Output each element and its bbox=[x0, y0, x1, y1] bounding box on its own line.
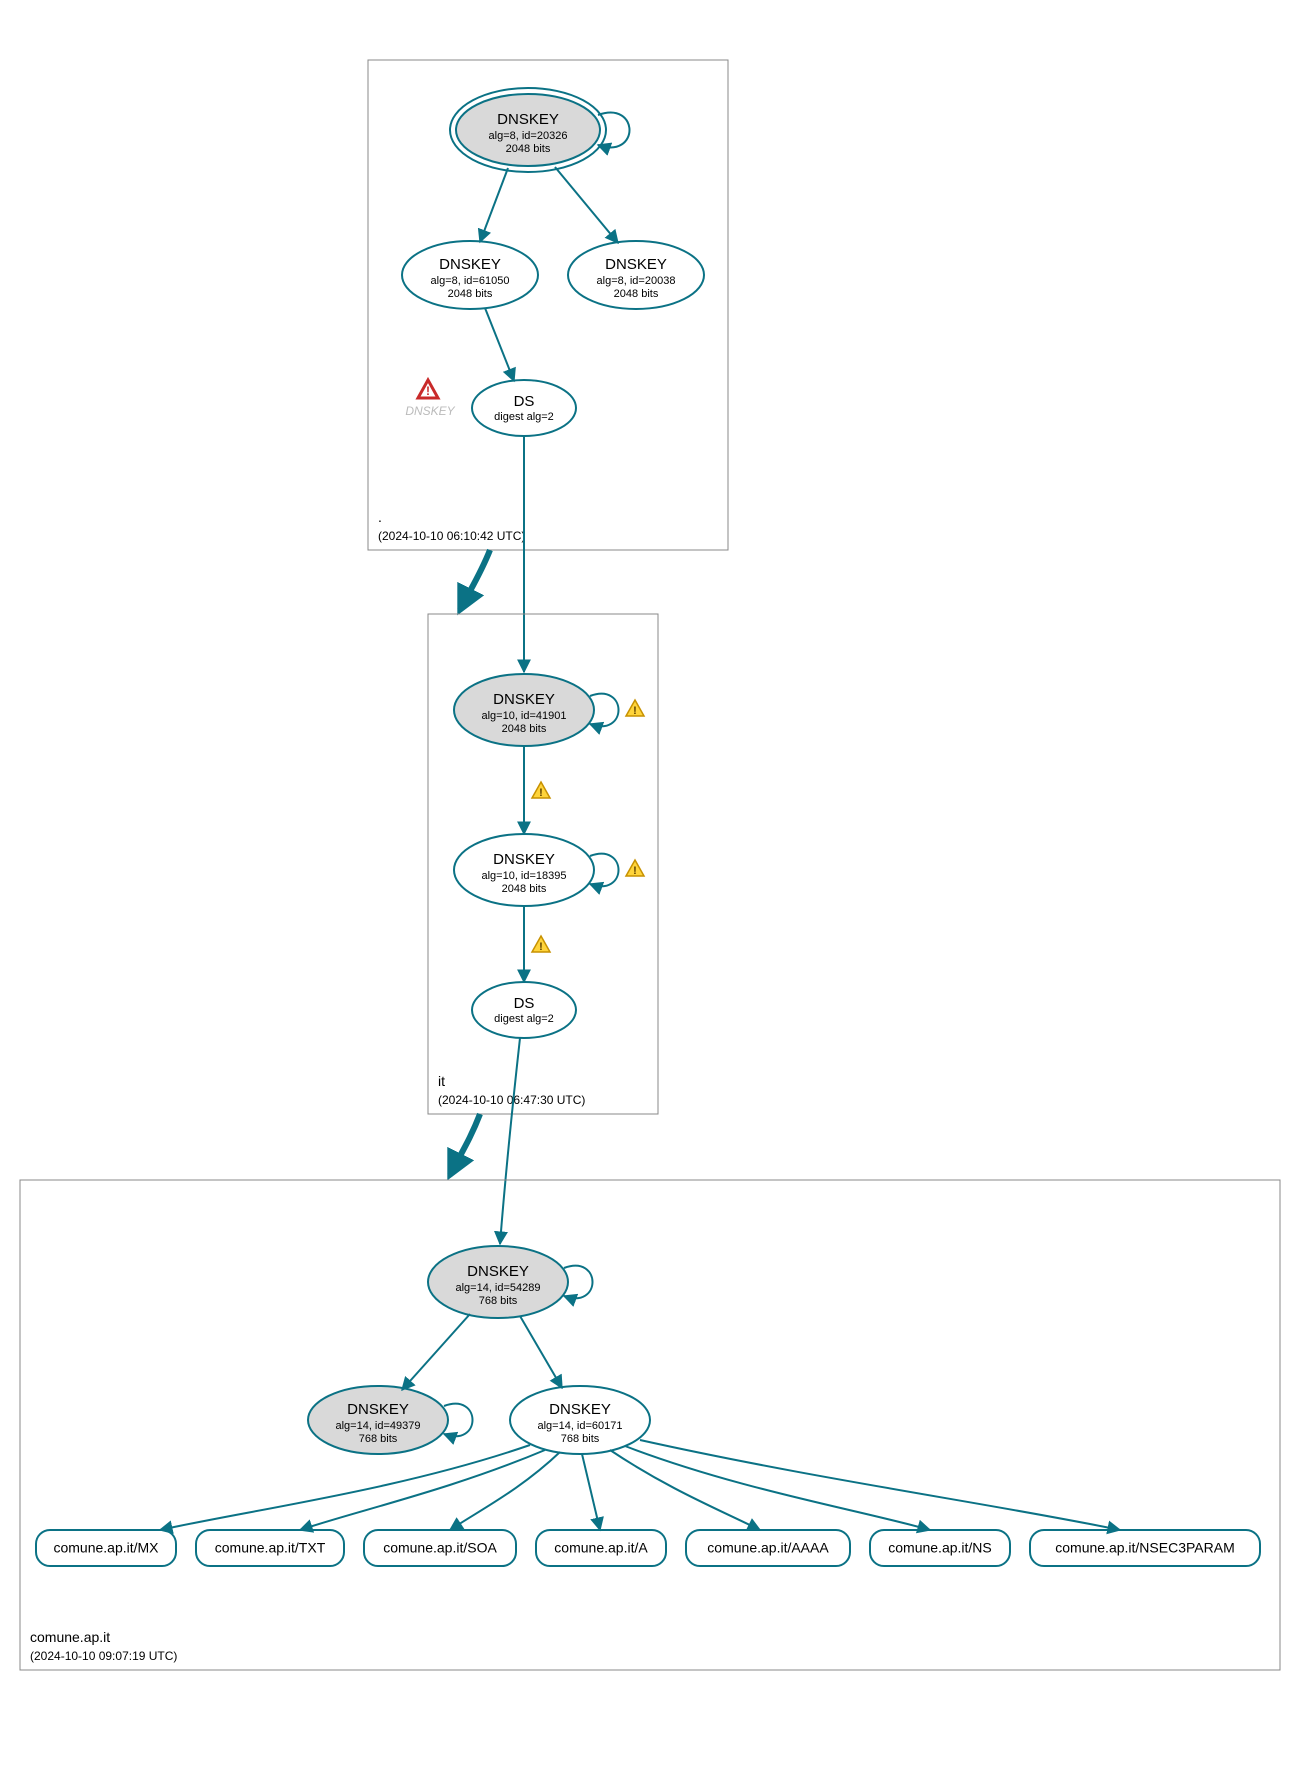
zone-it-label: it bbox=[438, 1073, 445, 1089]
zone-root-label: . bbox=[378, 509, 382, 525]
edge-zsk2-txt bbox=[300, 1450, 545, 1530]
svg-text:digest alg=2: digest alg=2 bbox=[494, 1013, 554, 1025]
svg-text:2048 bits: 2048 bits bbox=[448, 288, 493, 300]
warning-icon: ! bbox=[532, 782, 550, 799]
svg-text:DNSKEY: DNSKEY bbox=[493, 691, 555, 708]
svg-text:alg=14, id=49379: alg=14, id=49379 bbox=[335, 1420, 420, 1432]
node-it-zsk: DNSKEY alg=10, id=18395 2048 bits bbox=[454, 834, 594, 906]
svg-text:2048 bits: 2048 bits bbox=[502, 723, 547, 735]
rrset-a: comune.ap.it/A bbox=[536, 1530, 666, 1566]
zone-comune-label: comune.ap.it bbox=[30, 1629, 110, 1645]
edge-zsk2-aaaa bbox=[610, 1450, 760, 1530]
edge-root-ksk-zsk1 bbox=[480, 168, 508, 242]
svg-text:DNSKEY: DNSKEY bbox=[467, 1263, 529, 1280]
node-comune-ksk: DNSKEY alg=14, id=54289 768 bits bbox=[428, 1246, 568, 1318]
svg-text:DNSKEY: DNSKEY bbox=[405, 404, 455, 418]
svg-text:alg=8, id=61050: alg=8, id=61050 bbox=[431, 275, 510, 287]
zone-root-timestamp: (2024-10-10 06:10:42 UTC) bbox=[378, 529, 525, 543]
node-comune-zsk2: DNSKEY alg=14, id=60171 768 bits bbox=[510, 1386, 650, 1454]
svg-text:DNSKEY: DNSKEY bbox=[497, 111, 559, 128]
warning-icon: ! bbox=[626, 860, 644, 877]
svg-text:alg=8, id=20038: alg=8, id=20038 bbox=[597, 275, 676, 287]
svg-text:comune.ap.it/TXT: comune.ap.it/TXT bbox=[215, 1540, 326, 1556]
edge-root-zsk1-ds bbox=[485, 308, 514, 381]
warning-icon: ! bbox=[626, 700, 644, 717]
svg-text:comune.ap.it/AAAA: comune.ap.it/AAAA bbox=[707, 1540, 829, 1556]
svg-text:DNSKEY: DNSKEY bbox=[493, 851, 555, 868]
edge-zsk2-a bbox=[582, 1454, 600, 1530]
warning-icon: ! bbox=[532, 936, 550, 953]
node-it-ksk: DNSKEY alg=10, id=41901 2048 bits bbox=[454, 674, 594, 746]
node-root-zsk1: DNSKEY alg=8, id=61050 2048 bits bbox=[402, 241, 538, 309]
svg-text:alg=14, id=54289: alg=14, id=54289 bbox=[455, 1282, 540, 1294]
svg-text:DS: DS bbox=[514, 995, 535, 1012]
svg-text:comune.ap.it/SOA: comune.ap.it/SOA bbox=[383, 1540, 497, 1556]
edge-it-to-comune-zone bbox=[450, 1114, 480, 1175]
svg-text:comune.ap.it/MX: comune.ap.it/MX bbox=[53, 1540, 159, 1556]
svg-text:DNSKEY: DNSKEY bbox=[549, 1401, 611, 1418]
edge-root-to-it-zone bbox=[460, 550, 490, 610]
node-comune-zsk1: DNSKEY alg=14, id=49379 768 bits bbox=[308, 1386, 448, 1454]
svg-text:768 bits: 768 bits bbox=[479, 1295, 518, 1307]
node-root-ksk: DNSKEY alg=8, id=20326 2048 bits bbox=[450, 88, 606, 172]
node-root-ghost-dnskey: DNSKEY ! bbox=[405, 380, 455, 418]
zone-root: . (2024-10-10 06:10:42 UTC) DNSKEY alg=8… bbox=[368, 60, 728, 550]
zone-it-timestamp: (2024-10-10 06:47:30 UTC) bbox=[438, 1093, 585, 1107]
svg-text:comune.ap.it/NS: comune.ap.it/NS bbox=[888, 1540, 992, 1556]
svg-text:768 bits: 768 bits bbox=[561, 1433, 600, 1445]
svg-text:DNSKEY: DNSKEY bbox=[439, 256, 501, 273]
svg-text:!: ! bbox=[539, 787, 543, 799]
svg-text:!: ! bbox=[539, 941, 543, 953]
svg-text:alg=10, id=41901: alg=10, id=41901 bbox=[481, 710, 566, 722]
node-it-ds: DS digest alg=2 bbox=[472, 982, 576, 1038]
svg-text:alg=8, id=20326: alg=8, id=20326 bbox=[489, 130, 568, 142]
svg-text:alg=14, id=60171: alg=14, id=60171 bbox=[537, 1420, 622, 1432]
rrset-ns: comune.ap.it/NS bbox=[870, 1530, 1010, 1566]
zone-comune-timestamp: (2024-10-10 09:07:19 UTC) bbox=[30, 1649, 177, 1663]
svg-text:!: ! bbox=[633, 865, 637, 877]
svg-text:2048 bits: 2048 bits bbox=[502, 883, 547, 895]
svg-text:2048 bits: 2048 bits bbox=[614, 288, 659, 300]
svg-text:768 bits: 768 bits bbox=[359, 1433, 398, 1445]
zone-it: it (2024-10-10 06:47:30 UTC) DNSKEY alg=… bbox=[428, 614, 658, 1114]
svg-text:DNSKEY: DNSKEY bbox=[347, 1401, 409, 1418]
rrset-txt: comune.ap.it/TXT bbox=[196, 1530, 344, 1566]
svg-text:alg=10, id=18395: alg=10, id=18395 bbox=[481, 870, 566, 882]
edge-comune-ksk-zsk2 bbox=[520, 1316, 562, 1388]
rrset-nsec3param: comune.ap.it/NSEC3PARAM bbox=[1030, 1530, 1260, 1566]
svg-text:DNSKEY: DNSKEY bbox=[605, 256, 667, 273]
svg-text:2048 bits: 2048 bits bbox=[506, 143, 551, 155]
svg-text:!: ! bbox=[633, 705, 637, 717]
edge-it-ds-to-comune-ksk bbox=[500, 1038, 520, 1244]
rrset-soa: comune.ap.it/SOA bbox=[364, 1530, 516, 1566]
node-root-ds: DS digest alg=2 bbox=[472, 380, 576, 436]
rrset-aaaa: comune.ap.it/AAAA bbox=[686, 1530, 850, 1566]
edge-root-ksk-zsk2 bbox=[555, 167, 618, 243]
node-root-zsk2: DNSKEY alg=8, id=20038 2048 bits bbox=[568, 241, 704, 309]
error-icon: ! bbox=[418, 380, 438, 398]
svg-text:!: ! bbox=[426, 384, 430, 398]
svg-text:DS: DS bbox=[514, 393, 535, 410]
edge-comune-ksk-zsk1 bbox=[402, 1314, 470, 1390]
svg-text:comune.ap.it/NSEC3PARAM: comune.ap.it/NSEC3PARAM bbox=[1055, 1540, 1234, 1556]
svg-text:digest alg=2: digest alg=2 bbox=[494, 411, 554, 423]
svg-text:comune.ap.it/A: comune.ap.it/A bbox=[554, 1540, 648, 1556]
rrset-mx: comune.ap.it/MX bbox=[36, 1530, 176, 1566]
zone-comune: comune.ap.it (2024-10-10 09:07:19 UTC) D… bbox=[20, 1180, 1280, 1670]
